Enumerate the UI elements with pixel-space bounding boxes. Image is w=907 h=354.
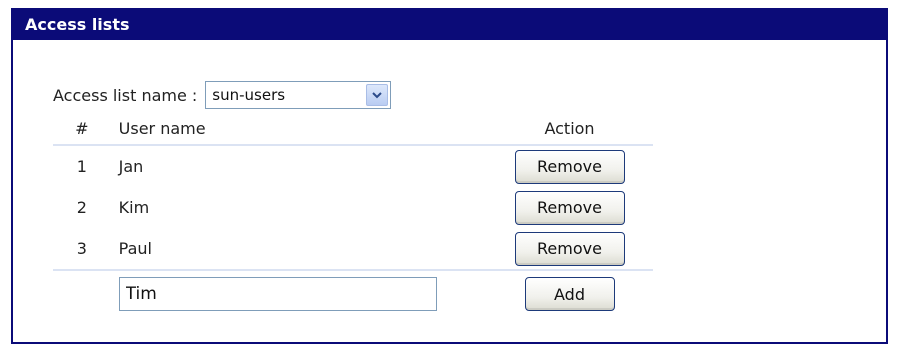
row-number: 3: [76, 239, 87, 258]
row-number: 2: [76, 198, 87, 217]
column-header-user-name: User name: [110, 112, 487, 146]
row-user-name: Jan: [118, 157, 144, 176]
new-user-name-input[interactable]: [118, 277, 437, 311]
remove-button[interactable]: Remove: [514, 231, 625, 266]
access-list-name-row: Access list name : sun-users: [53, 80, 392, 110]
column-header-action: Action: [486, 112, 653, 146]
column-header-number: #: [53, 112, 111, 146]
remove-button[interactable]: Remove: [514, 149, 625, 184]
add-button[interactable]: Add: [524, 277, 615, 311]
access-lists-panel: Access lists Access list name : sun-user…: [11, 8, 888, 344]
table-row: 1 Jan Remove: [53, 145, 653, 187]
row-user-name: Paul: [118, 239, 152, 258]
chevron-down-icon[interactable]: [366, 84, 389, 106]
panel-title: Access lists: [13, 10, 886, 40]
add-user-row: Add: [53, 269, 653, 317]
access-list-select[interactable]: sun-users: [205, 81, 392, 109]
table-row: 2 Kim Remove: [53, 187, 653, 228]
remove-button[interactable]: Remove: [514, 190, 625, 225]
access-list-select-value: sun-users: [212, 86, 286, 104]
table-row: 3 Paul Remove: [53, 228, 653, 270]
table-header-row: # User name Action: [53, 112, 653, 146]
row-user-name: Kim: [118, 198, 150, 217]
access-list-name-label: Access list name :: [53, 85, 198, 105]
row-number: 1: [76, 157, 87, 176]
users-table: # User name Action 1 Jan Remove 2 Kim Re…: [53, 112, 653, 317]
